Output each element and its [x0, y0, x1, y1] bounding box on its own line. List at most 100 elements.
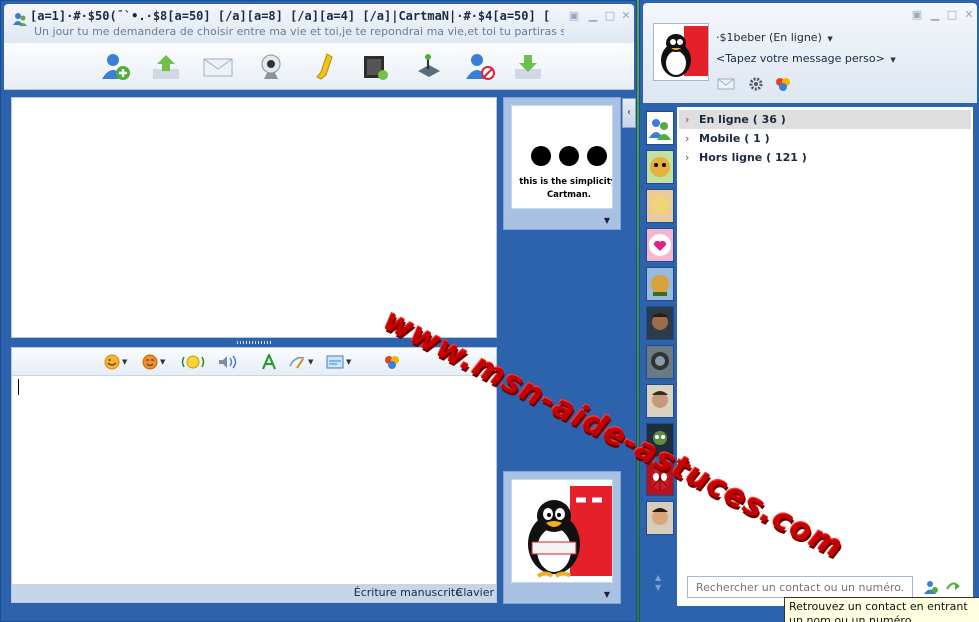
- my-display-name[interactable]: ·$1beber (En ligne) ▼: [716, 31, 833, 44]
- contact-display-picture: this is the simplicity. Cartman.: [511, 105, 613, 209]
- group-label: Hors ligne: [699, 151, 763, 164]
- settings-icon[interactable]: ▣: [568, 10, 580, 22]
- sidebar-contact-8[interactable]: [646, 423, 674, 457]
- chevron-right-icon: ›: [685, 151, 690, 164]
- handwriting-tab[interactable]: Écriture manuscrite: [354, 586, 462, 599]
- avatar-caption-name: Cartman.: [547, 190, 591, 200]
- cartoon-avatar: [650, 157, 670, 177]
- collapse-pictures-button[interactable]: ‹: [622, 98, 636, 128]
- contact-groups: › En ligne ( 36 ) › Mobile ( 1 ) › Hors …: [679, 110, 971, 167]
- sidebar-contact-5[interactable]: [646, 306, 674, 340]
- messenger-icon: [13, 13, 27, 26]
- sidebar-contact-3[interactable]: [646, 228, 674, 262]
- heart-icon: [649, 234, 671, 256]
- colors-icon[interactable]: [774, 76, 792, 92]
- search-contact-input[interactable]: [687, 576, 913, 598]
- sidebar-item-contacts[interactable]: [646, 111, 674, 145]
- ink-icon: [289, 356, 305, 369]
- conversation-toolbar: [4, 43, 634, 90]
- maximize-icon[interactable]: □: [604, 10, 616, 22]
- block-icon[interactable]: [464, 51, 498, 83]
- format-toolbar: ▼ ▼ ▼ ▼: [12, 348, 496, 376]
- inbox-icon[interactable]: [717, 76, 735, 92]
- group-mobile[interactable]: › Mobile ( 1 ): [679, 129, 971, 148]
- webcam-icon[interactable]: [254, 51, 288, 83]
- emoticon-icon: [104, 354, 120, 370]
- my-display-picture-frame[interactable]: ▼: [503, 471, 621, 604]
- photo-avatar: [652, 313, 668, 330]
- group-label: En ligne: [699, 113, 749, 126]
- conversation-titlebar[interactable]: [a=1]·#·$50(¯`•.·$8[a=50] [/a][a=8] [/a]…: [4, 4, 634, 43]
- sidebar-contact-10[interactable]: [646, 501, 674, 535]
- my-display-picture: [511, 479, 613, 583]
- ink-button[interactable]: ▼: [288, 353, 313, 371]
- chevron-down-icon[interactable]: ▼: [604, 590, 610, 599]
- chevron-right-icon: ›: [685, 113, 690, 126]
- emoticon-button[interactable]: ▼: [104, 353, 127, 371]
- search-tooltip: Retrouvez un contact en entrant un nom o…: [784, 597, 979, 622]
- minimize-icon[interactable]: ▁: [587, 10, 599, 22]
- avatar-caption: this is the simplicity.: [519, 177, 612, 187]
- phone-icon[interactable]: [307, 51, 341, 83]
- colors-button[interactable]: [384, 353, 400, 371]
- sidebar-contact-9[interactable]: [646, 462, 674, 496]
- cartoon-avatar: [651, 275, 669, 296]
- download-icon[interactable]: [511, 51, 545, 83]
- sidebar-contact-2[interactable]: [646, 189, 674, 223]
- nudge-button[interactable]: [181, 353, 205, 371]
- chevron-down-icon[interactable]: ▼: [604, 216, 610, 225]
- my-avatar[interactable]: [653, 23, 709, 81]
- contact-list-window: ▣ ▁ □ ✕ ·$1beber (En ligne) ▼ <Tapez vot…: [639, 0, 979, 622]
- arrange-contacts-icon[interactable]: [945, 579, 961, 595]
- my-status: (En ligne): [769, 31, 822, 44]
- settings-icon[interactable]: ▣: [911, 9, 923, 21]
- photo-avatar: [651, 194, 669, 214]
- minimize-icon[interactable]: ▁: [929, 9, 941, 21]
- my-name-text: ·$1beber: [716, 31, 766, 44]
- message-compose-area: ▼ ▼ ▼ ▼ Écriture manuscrite Clavier: [11, 347, 497, 603]
- add-contact-icon[interactable]: [99, 51, 133, 83]
- close-icon[interactable]: ✕: [620, 10, 632, 22]
- penguin-avatar-image: [661, 26, 708, 77]
- chevron-down-icon[interactable]: ▼: [890, 56, 895, 64]
- photo-avatar: [651, 352, 669, 370]
- background-button[interactable]: ▼: [326, 353, 351, 371]
- group-label: Mobile: [699, 132, 741, 145]
- options-gear-icon[interactable]: [747, 76, 765, 92]
- sidebar-contact-4[interactable]: [646, 267, 674, 301]
- sound-button[interactable]: [217, 353, 237, 371]
- sidebar-contact-6[interactable]: [646, 345, 674, 379]
- personal-message-field[interactable]: <Tapez votre message perso> ▼: [716, 52, 896, 65]
- input-mode-bar: Écriture manuscrite Clavier: [12, 584, 496, 602]
- add-contact-icon[interactable]: [923, 579, 939, 595]
- spiderman-avatar: [651, 468, 669, 490]
- pane-splitter[interactable]: [237, 341, 271, 344]
- font-button[interactable]: [261, 353, 277, 371]
- photo-avatar: [652, 508, 668, 525]
- conversation-window: [a=1]·#·$50(¯`•.·$8[a=50] [/a][a=8] [/a]…: [0, 0, 637, 622]
- font-icon: [261, 354, 277, 370]
- keyboard-tab[interactable]: Clavier: [456, 586, 494, 599]
- penguin-image: [528, 486, 612, 578]
- video-icon[interactable]: [359, 51, 393, 83]
- group-count: ( 1 ): [744, 132, 770, 145]
- sidebar-contact-7[interactable]: [646, 384, 674, 418]
- photo-avatar: [652, 391, 668, 408]
- sidebar-contact-1[interactable]: [646, 150, 674, 184]
- chevron-right-icon: ›: [685, 132, 690, 145]
- share-files-icon[interactable]: [149, 51, 183, 83]
- personal-message-text: <Tapez votre message perso>: [716, 52, 885, 65]
- group-offline[interactable]: › Hors ligne ( 121 ): [679, 148, 971, 167]
- conversation-history[interactable]: [11, 97, 497, 338]
- contact-display-picture-frame[interactable]: this is the simplicity. Cartman. ▼: [503, 97, 621, 230]
- nudge-icon: [181, 355, 205, 369]
- status-dropdown-icon[interactable]: ▼: [827, 35, 832, 43]
- close-icon[interactable]: ✕: [963, 9, 975, 21]
- maximize-icon[interactable]: □: [946, 9, 958, 21]
- email-icon[interactable]: [201, 51, 235, 83]
- games-icon[interactable]: [412, 51, 446, 83]
- group-online[interactable]: › En ligne ( 36 ): [679, 110, 971, 129]
- wink-button[interactable]: ▼: [142, 353, 165, 371]
- contact-personal-message: Un jour tu me demandera de choisir entre…: [34, 25, 564, 38]
- sidebar-scroll-arrows[interactable]: ▲ ▼: [655, 573, 661, 593]
